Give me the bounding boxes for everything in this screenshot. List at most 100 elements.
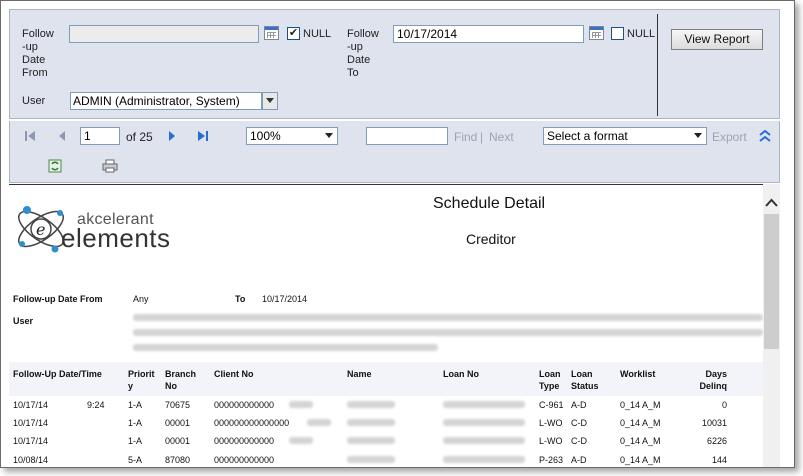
followup-from-label: Follow-up Date From [13,294,103,304]
row-days: 0 [721,400,727,410]
redacted-loan-no [443,401,525,408]
row-priority: 1-A [128,418,143,428]
col-client: Client No [214,369,254,379]
row-worklist: 0_14 A_M [620,455,661,465]
from-date-calendar-icon[interactable] [264,26,279,40]
row-worklist: 0_14 A_M [620,436,661,446]
to-date-calendar-icon[interactable] [589,26,604,40]
col-worklist: Worklist [620,369,656,379]
row-client: 000000000000 [214,400,275,410]
row-worklist: 0_14 A_M [620,400,661,410]
find-link[interactable]: Find [454,130,477,144]
last-page-icon[interactable] [197,130,210,142]
col-name: Name [347,369,372,379]
redacted-name [347,401,395,408]
redacted-user-list [133,344,438,351]
from-date-null-label: NULL [303,28,332,40]
redacted-cell [307,419,331,426]
find-separator: | [480,130,484,144]
find-input[interactable] [366,127,448,145]
col-followup: Follow-Up Date/Time [13,369,102,379]
zoom-select[interactable]: 100% [246,127,338,145]
logo-text-elements: elements [61,223,171,253]
col-loan-status: Loan Status [571,369,599,391]
previous-page-icon[interactable] [57,130,67,142]
scrollbar-thumb[interactable] [764,214,779,349]
col-loan-no: Loan No [443,369,479,379]
col-loan-type: Loan Type [539,369,561,391]
parameter-panel: Follow -up Date From ✔ NULL Follow -up D… [9,9,780,119]
row-date: 10/17/14 [13,418,49,428]
redacted-loan-no [443,419,525,426]
to-date-input[interactable]: 10/17/2014 [393,25,584,43]
first-page-icon[interactable] [24,130,36,142]
row-branch: 00001 [165,418,191,428]
redacted-name [347,456,395,463]
vertical-scrollbar[interactable] [763,184,780,467]
report-subtitle: Creditor [466,231,516,247]
redacted-loan-no [443,437,525,444]
row-priority: 5-A [128,455,143,465]
redacted-loan-no [443,456,525,463]
col-priority: Priorit y [128,369,155,391]
row-priority: 1-A [128,400,143,410]
redacted-user-list [133,329,763,336]
redacted-cell [289,437,313,444]
from-date-input[interactable] [69,25,259,43]
followup-to-label: To [235,294,246,304]
row-loan-status: C-D [571,418,587,428]
row-days: 6226 [706,436,727,446]
export-format-select[interactable]: Select a format [543,127,707,145]
redacted-name [347,437,395,444]
row-client: 000000000000 [214,436,275,446]
row-loan-status: A-D [571,455,587,465]
row-loan-type: L-WO [539,436,563,446]
scroll-up-icon[interactable] [763,196,780,210]
from-date-null-checkbox[interactable]: ✔ [287,27,300,40]
row-priority: 1-A [128,436,143,446]
report-viewer-window: Follow -up Date From ✔ NULL Follow -up D… [0,0,795,468]
collapse-icon[interactable] [759,129,771,143]
row-time: 9:24 [87,400,105,410]
row-branch: 87080 [165,455,191,465]
report-content: e akcelerant elements Schedule Detail Cr… [9,184,763,467]
from-date-label: Follow -up Date From [22,28,54,79]
chevron-down-icon[interactable] [262,92,278,110]
row-loan-type: P-263 [539,455,564,465]
print-icon[interactable] [102,159,118,173]
next-page-icon[interactable] [167,130,177,142]
view-report-button[interactable]: View Report [671,29,763,50]
row-client: 000000000000 [214,455,275,465]
row-date: 10/08/14 [13,455,49,465]
export-link[interactable]: Export [712,130,747,144]
divider [657,14,658,116]
to-date-null-label: NULL [627,28,656,40]
row-date: 10/17/14 [13,400,49,410]
find-next-link[interactable]: Next [489,130,514,144]
followup-from-value: Any [133,294,149,304]
row-days: 10031 [701,418,727,428]
col-days-delinq: Days Delinq [699,369,727,391]
row-loan-status: C-D [571,436,587,446]
report-title: Schedule Detail [433,195,546,212]
table-header: Follow-Up Date/Time Priorit y Branch No … [9,362,763,396]
user-label: User [22,95,46,107]
redacted-user-list [133,314,763,321]
followup-to-value: 10/17/2014 [262,294,308,304]
page-count: of 25 [126,130,153,144]
row-days: 144 [711,455,727,465]
svg-text:e: e [36,220,45,239]
refresh-icon[interactable] [48,159,62,173]
row-date: 10/17/14 [13,436,49,446]
row-branch: 00001 [165,436,191,446]
row-loan-type: C-961 [539,400,564,410]
redacted-name [347,419,395,426]
page-number-input[interactable]: 1 [80,127,120,145]
to-date-null-checkbox[interactable] [611,27,624,40]
to-date-label: Follow -up Date To [347,28,379,79]
row-client: 000000000000000 [214,418,290,428]
col-branch: Branch No [165,369,197,391]
row-worklist: 0_14 A_M [620,418,661,428]
user-filter-label: User [13,316,34,326]
user-select[interactable]: ADMIN (Administrator, System) [70,92,262,110]
